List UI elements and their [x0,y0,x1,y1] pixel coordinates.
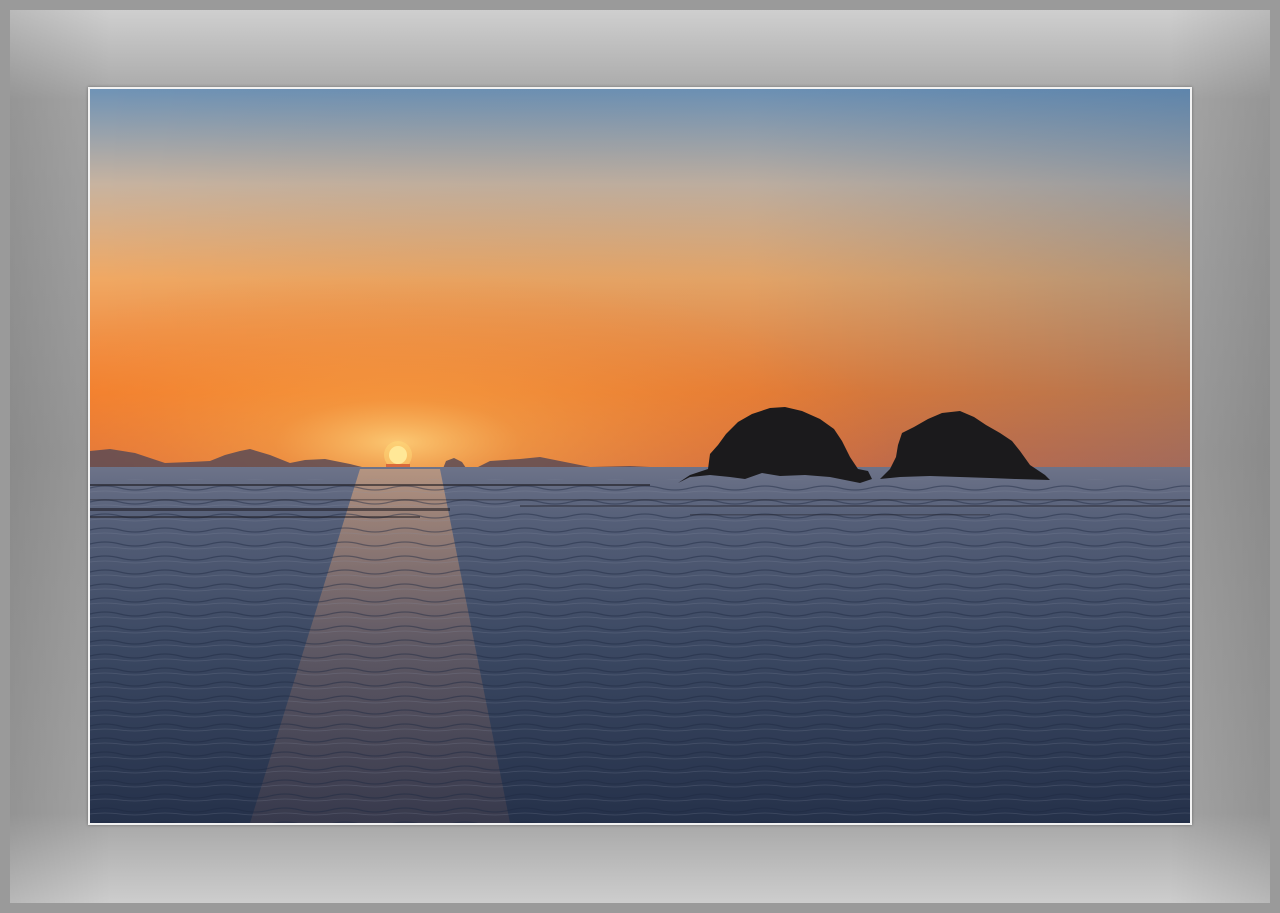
sunset-sea-image [90,89,1190,823]
photo [88,87,1192,825]
